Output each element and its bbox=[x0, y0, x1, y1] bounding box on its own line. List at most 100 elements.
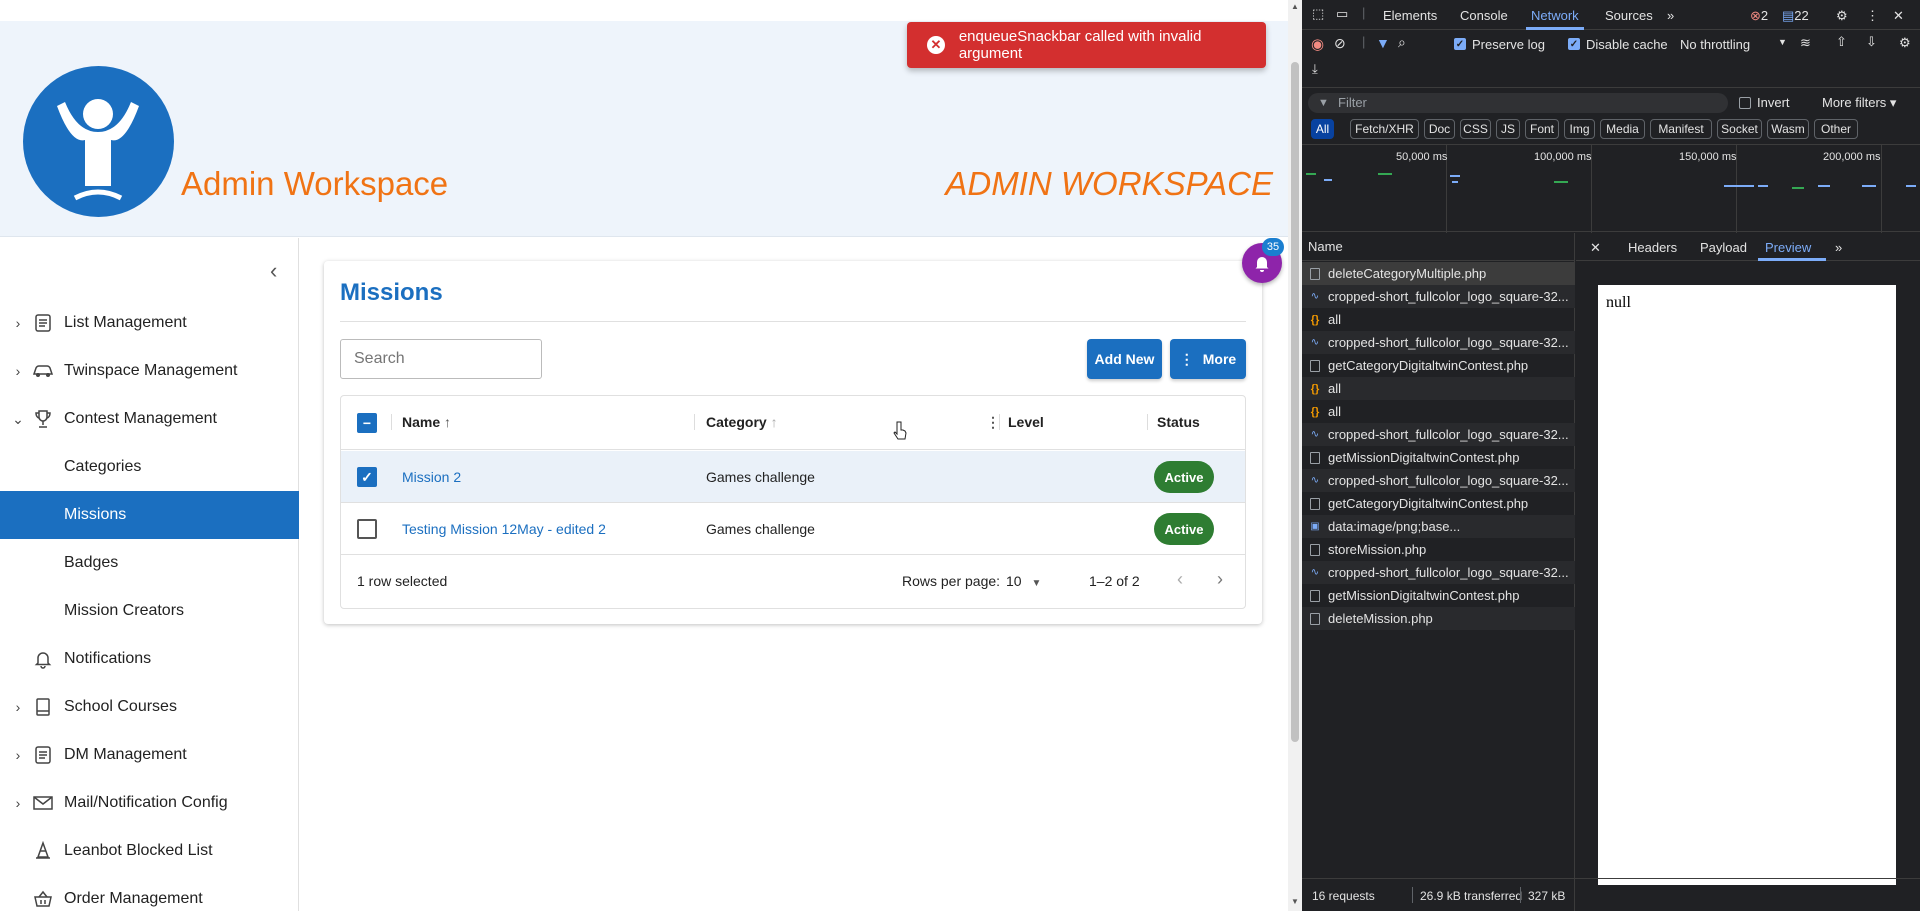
request-row[interactable]: deleteCategoryMultiple.php bbox=[1302, 262, 1575, 285]
table-row[interactable]: Testing Mission 12May - edited 2 Games c… bbox=[341, 503, 1245, 555]
request-row[interactable]: {} all bbox=[1302, 377, 1575, 400]
sidebar-item-missions[interactable]: Missions bbox=[0, 491, 299, 539]
sidebar-item-mission-creators[interactable]: Mission Creators bbox=[0, 587, 299, 635]
column-menu-icon[interactable]: ⋮ bbox=[986, 414, 1000, 431]
sidebar-item-categories[interactable]: Categories bbox=[0, 443, 299, 491]
row-checkbox[interactable] bbox=[357, 519, 377, 539]
sidebar-item-order-management[interactable]: Order Management bbox=[0, 875, 299, 911]
request-row[interactable]: getMissionDigitaltwinContest.php bbox=[1302, 446, 1575, 469]
request-row[interactable]: storeMission.php bbox=[1302, 538, 1575, 561]
request-row[interactable]: ▣ data:image/png;base... bbox=[1302, 515, 1575, 538]
sidebar-item-list-management[interactable]: › List Management bbox=[0, 299, 299, 347]
tab-headers[interactable]: Headers bbox=[1628, 240, 1677, 255]
more-tabs-icon[interactable]: » bbox=[1667, 8, 1674, 23]
tab-network[interactable]: Network bbox=[1531, 8, 1579, 23]
inspect-icon[interactable]: ⬚ bbox=[1312, 6, 1324, 22]
upload-icon[interactable]: ⇧ bbox=[1836, 34, 1847, 50]
close-detail-icon[interactable]: ✕ bbox=[1590, 240, 1601, 256]
type-filter-other[interactable]: Other bbox=[1814, 119, 1858, 139]
column-header-level[interactable]: Level bbox=[1008, 414, 1044, 430]
network-settings-icon[interactable]: ⚙ bbox=[1899, 35, 1911, 51]
type-filter-js[interactable]: JS bbox=[1496, 119, 1520, 139]
tab-payload[interactable]: Payload bbox=[1700, 240, 1747, 255]
throttling-select[interactable]: No throttling bbox=[1680, 37, 1750, 52]
more-button[interactable]: ⋮ More bbox=[1170, 339, 1246, 379]
rows-per-page-select[interactable]: 10 ▼ bbox=[1006, 573, 1041, 589]
search-input[interactable] bbox=[340, 339, 542, 379]
add-new-button[interactable]: Add New bbox=[1087, 339, 1162, 379]
type-filter-socket[interactable]: Socket bbox=[1717, 119, 1762, 139]
close-devtools-icon[interactable]: ✕ bbox=[1893, 8, 1904, 24]
tab-elements[interactable]: Elements bbox=[1383, 8, 1437, 23]
request-row[interactable]: ∿ cropped-short_fullcolor_logo_square-32.… bbox=[1302, 423, 1575, 446]
tab-sources[interactable]: Sources bbox=[1605, 8, 1653, 23]
column-header-category[interactable]: Category ↑ bbox=[706, 414, 778, 430]
mission-name-link[interactable]: Testing Mission 12May - edited 2 bbox=[402, 521, 606, 537]
more-detail-tabs-icon[interactable]: » bbox=[1835, 240, 1842, 255]
next-page-icon[interactable]: › bbox=[1217, 569, 1223, 590]
column-header-name[interactable]: Name ↑ bbox=[402, 414, 451, 430]
filter-input[interactable]: ▼ Filter bbox=[1308, 93, 1728, 113]
request-row[interactable]: deleteMission.php bbox=[1302, 607, 1575, 630]
type-filter-css[interactable]: CSS bbox=[1460, 119, 1491, 139]
request-row[interactable]: ∿ cropped-short_fullcolor_logo_square-32.… bbox=[1302, 469, 1575, 492]
message-count[interactable]: ▤22 bbox=[1782, 8, 1809, 24]
request-row[interactable]: {} all bbox=[1302, 308, 1575, 331]
request-row[interactable]: ∿ cropped-short_fullcolor_logo_square-32.… bbox=[1302, 561, 1575, 584]
filter-icon[interactable]: ▼ bbox=[1376, 35, 1390, 51]
sidebar-item-contest-management[interactable]: ⌄ Contest Management bbox=[0, 395, 299, 443]
row-checkbox[interactable]: ✓ bbox=[357, 467, 377, 487]
device-toolbar-icon[interactable]: ▭ bbox=[1336, 6, 1348, 22]
request-row[interactable]: ∿ cropped-short_fullcolor_logo_square-32.… bbox=[1302, 285, 1575, 308]
request-row[interactable]: ∿ cropped-short_fullcolor_logo_square-32.… bbox=[1302, 331, 1575, 354]
error-count[interactable]: ⊗2 bbox=[1750, 8, 1768, 24]
page-scrollbar[interactable]: ▲ ▼ bbox=[1288, 0, 1302, 911]
table-row[interactable]: ✓ Mission 2 Games challenge Active bbox=[341, 451, 1245, 503]
tab-preview[interactable]: Preview bbox=[1765, 240, 1811, 255]
type-filter-doc[interactable]: Doc bbox=[1424, 119, 1455, 139]
network-timeline[interactable]: 50,000 ms 100,000 ms 150,000 ms 200,000 … bbox=[1302, 144, 1920, 233]
network-conditions-icon[interactable]: ≋ bbox=[1800, 35, 1811, 51]
collapse-sidebar-icon[interactable]: ‹ bbox=[270, 258, 277, 284]
type-filter-media[interactable]: Media bbox=[1600, 119, 1645, 139]
prev-page-icon[interactable]: ‹ bbox=[1177, 569, 1183, 590]
request-row[interactable]: getCategoryDigitaltwinContest.php bbox=[1302, 492, 1575, 515]
request-row[interactable]: getCategoryDigitaltwinContest.php bbox=[1302, 354, 1575, 377]
download-icon[interactable]: ⇩ bbox=[1866, 34, 1877, 50]
sidebar-item-dm-management[interactable]: › DM Management bbox=[0, 731, 299, 779]
request-row[interactable]: getMissionDigitaltwinContest.php bbox=[1302, 584, 1575, 607]
scroll-down-icon[interactable]: ▼ bbox=[1291, 897, 1299, 906]
mission-name-link[interactable]: Mission 2 bbox=[402, 469, 461, 485]
select-all-checkbox[interactable]: − bbox=[357, 413, 377, 433]
sidebar-item-badges[interactable]: Badges bbox=[0, 539, 299, 587]
type-filter-wasm[interactable]: Wasm bbox=[1767, 119, 1809, 139]
column-header-status[interactable]: Status bbox=[1157, 414, 1200, 430]
mail-icon bbox=[31, 791, 55, 815]
disable-cache-checkbox[interactable]: ✓ bbox=[1568, 38, 1580, 50]
import-har-icon[interactable]: ⤓ bbox=[1312, 61, 1318, 77]
invert-checkbox[interactable] bbox=[1739, 97, 1751, 109]
tab-console[interactable]: Console bbox=[1460, 8, 1508, 23]
search-icon[interactable]: ⌕ bbox=[1398, 34, 1406, 51]
dropdown-arrow-icon[interactable]: ▼ bbox=[1778, 37, 1787, 47]
type-filter-manifest[interactable]: Manifest bbox=[1650, 119, 1712, 139]
kebab-menu-icon[interactable]: ⋮ bbox=[1866, 8, 1879, 24]
name-column-header[interactable]: Name bbox=[1302, 233, 1575, 261]
type-filter-font[interactable]: Font bbox=[1525, 119, 1559, 139]
type-filter-all[interactable]: All bbox=[1311, 119, 1334, 139]
type-filter-fetch-xhr[interactable]: Fetch/XHR bbox=[1350, 119, 1419, 139]
scroll-thumb[interactable] bbox=[1291, 62, 1299, 742]
sidebar-item-leanbot-blocked-list[interactable]: Leanbot Blocked List bbox=[0, 827, 299, 875]
scroll-up-icon[interactable]: ▲ bbox=[1291, 2, 1299, 11]
sidebar-item-mail-notification-config[interactable]: › Mail/Notification Config bbox=[0, 779, 299, 827]
sidebar-item-twinspace-management[interactable]: › Twinspace Management bbox=[0, 347, 299, 395]
more-filters-button[interactable]: More filters ▾ bbox=[1822, 95, 1896, 111]
settings-gear-icon[interactable]: ⚙ bbox=[1836, 8, 1848, 24]
sidebar-item-notifications[interactable]: Notifications bbox=[0, 635, 299, 683]
record-stop-icon[interactable]: ◉ bbox=[1311, 35, 1324, 53]
sidebar-item-school-courses[interactable]: › School Courses bbox=[0, 683, 299, 731]
clear-icon[interactable]: ⊘ bbox=[1334, 35, 1346, 52]
preserve-log-checkbox[interactable]: ✓ bbox=[1454, 38, 1466, 50]
type-filter-img[interactable]: Img bbox=[1564, 119, 1595, 139]
request-row[interactable]: {} all bbox=[1302, 400, 1575, 423]
